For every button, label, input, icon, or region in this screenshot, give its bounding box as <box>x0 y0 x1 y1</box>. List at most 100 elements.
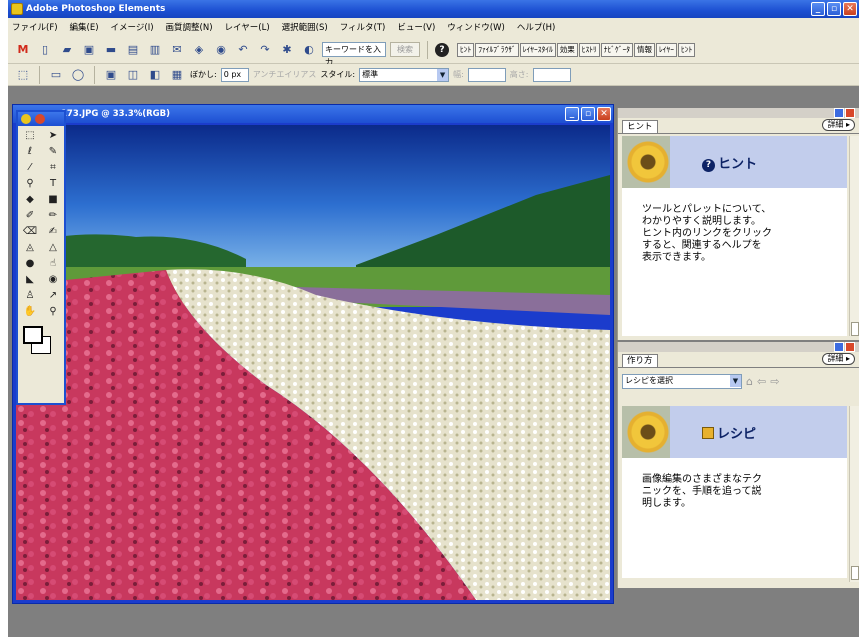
palette-tab-navigator[interactable]: ﾅﾋﾞｹﾞｰﾀ <box>600 42 633 57</box>
menu-view[interactable]: ビュー(V) <box>397 21 435 33</box>
type-tool-icon[interactable]: T <box>43 177 63 191</box>
quick-fix-icon[interactable]: ✱ <box>278 41 296 59</box>
hints-scroll-thumb[interactable] <box>851 322 859 336</box>
hints-close-button[interactable] <box>845 108 855 118</box>
subtract-selection-icon[interactable]: ◧ <box>146 66 164 84</box>
height-input[interactable] <box>532 67 571 82</box>
doc-close-button[interactable]: ✕ <box>597 107 611 121</box>
recipes-scroll-thumb[interactable] <box>851 566 859 580</box>
hints-minimize-button[interactable] <box>834 108 844 118</box>
sponge-tool-icon[interactable]: ● <box>20 257 40 271</box>
recipes-close-button[interactable] <box>845 342 855 352</box>
back-arrow-icon[interactable]: ⇦ <box>757 375 766 388</box>
marquee-tool-icon[interactable]: ⬚ <box>20 129 40 143</box>
palette-tab-file-browser[interactable]: ﾌｧｲﾙﾌﾞﾗｳｻﾞ <box>475 42 519 57</box>
palette-tab-hints-2[interactable]: ﾋﾝﾄ <box>678 42 696 57</box>
save-icon[interactable]: ▬ <box>102 41 120 59</box>
style-select[interactable]: 標準 ▼ <box>359 67 450 82</box>
zoom-glass-icon[interactable]: ⚲ <box>43 305 63 319</box>
crop-tool-icon[interactable]: ⌗ <box>43 161 63 175</box>
canvas-photo[interactable] <box>16 125 610 600</box>
palette-tab-hints[interactable]: ﾋﾝﾄ <box>457 42 475 57</box>
restore-button[interactable]: ▫ <box>827 2 841 16</box>
menu-filter[interactable]: フィルタ(T) <box>340 21 386 33</box>
doc-maximize-button[interactable]: ▫ <box>581 107 595 121</box>
recipes-scrollbar[interactable] <box>849 406 859 582</box>
step-backward-icon[interactable]: ↶ <box>234 41 252 59</box>
zoom-tool-icon[interactable]: ⚲ <box>20 177 40 191</box>
step-forward-icon[interactable]: ↷ <box>256 41 274 59</box>
red-eye-icon[interactable]: ◐ <box>300 41 318 59</box>
menu-window[interactable]: ウィンドウ(W) <box>447 21 505 33</box>
antialias-checkbox[interactable]: アンチエイリアス <box>253 69 317 80</box>
menu-edit[interactable]: 編集(E) <box>70 21 99 33</box>
tool-preset-icon[interactable]: ⬚ <box>14 66 32 84</box>
palette-tab-layer-styles[interactable]: ﾚｲﾔｰｽﾀｲﾙ <box>519 42 556 57</box>
acquire-icon[interactable]: ▣ <box>80 41 98 59</box>
hints-palette-bar[interactable] <box>618 108 859 118</box>
tab-recipes[interactable]: 作り方 <box>622 354 658 367</box>
feather-input[interactable]: 0 px <box>220 67 249 82</box>
home-icon[interactable]: ⌂ <box>746 375 753 388</box>
print-icon[interactable]: ▤ <box>124 41 142 59</box>
document-title-bar[interactable]: 173.JPG @ 33.3%(RGB) _ ▫ ✕ <box>13 105 613 123</box>
tab-hints[interactable]: ヒント <box>622 120 658 133</box>
shape-tool-icon[interactable]: ■ <box>43 193 63 207</box>
paint-bucket-icon[interactable]: ◆ <box>20 193 40 207</box>
search-button[interactable]: 検索 <box>390 42 420 57</box>
hints-more-button[interactable]: 詳細 ▸ <box>822 119 855 131</box>
recipes-more-button[interactable]: 詳細 ▸ <box>822 353 855 365</box>
palette-tab-layers[interactable]: ﾚｲﾔｰ <box>656 42 677 57</box>
width-input[interactable] <box>467 67 506 82</box>
add-selection-icon[interactable]: ◫ <box>124 66 142 84</box>
recipes-palette-bar[interactable] <box>618 342 859 352</box>
brush-tool-icon[interactable]: ✐ <box>20 209 40 223</box>
help-search-input[interactable]: キーワードを入力 <box>322 42 386 67</box>
adobe-online-icon[interactable]: M <box>14 41 32 59</box>
help-icon[interactable]: ? <box>435 42 449 57</box>
recipe-select[interactable]: レシピを選択 ▼ <box>622 373 742 389</box>
color-swatches[interactable] <box>21 324 61 360</box>
close-button[interactable]: ✕ <box>843 2 857 16</box>
intersect-selection-icon[interactable]: ▦ <box>168 66 186 84</box>
doc-minimize-button[interactable]: _ <box>565 107 579 121</box>
clone-stamp-icon[interactable]: ♙ <box>20 289 40 303</box>
recipes-minimize-button[interactable] <box>834 342 844 352</box>
red-eye-tool-icon[interactable]: ◉ <box>43 273 63 287</box>
hints-scrollbar[interactable] <box>849 136 859 336</box>
magic-wand-tool-icon[interactable]: ✎ <box>43 145 63 159</box>
smudge-tool-icon[interactable]: ☝ <box>43 257 63 271</box>
new-file-icon[interactable]: ▯ <box>36 41 54 59</box>
ellipse-marquee-option-icon[interactable]: ◯ <box>69 66 87 84</box>
print-preview-icon[interactable]: ▥ <box>146 41 164 59</box>
menu-enhance[interactable]: 画質調整(N) <box>166 21 213 33</box>
menu-layer[interactable]: レイヤー(L) <box>225 21 270 33</box>
adobe-logo-icon[interactable] <box>21 114 31 124</box>
palette-tab-info[interactable]: 情報 <box>634 42 655 57</box>
menu-select[interactable]: 選択範囲(S) <box>282 21 328 33</box>
web-photo-gallery-icon[interactable]: ◈ <box>190 41 208 59</box>
lasso-tool-icon[interactable]: ℓ <box>20 145 40 159</box>
sharpen-tool-icon[interactable]: △ <box>43 241 63 255</box>
palette-tab-history[interactable]: ﾋｽﾄﾘ <box>578 42 600 57</box>
eye-icon[interactable] <box>35 114 45 124</box>
rect-marquee-option-icon[interactable]: ▭ <box>47 66 65 84</box>
menu-image[interactable]: イメージ(I) <box>111 21 154 33</box>
attach-email-icon[interactable]: ✉ <box>168 41 186 59</box>
foreground-color-swatch[interactable] <box>23 326 43 344</box>
pencil-tool-icon[interactable]: ✏ <box>43 209 63 223</box>
palette-tab-effects[interactable]: 効果 <box>556 42 578 57</box>
new-selection-icon[interactable]: ▣ <box>102 66 120 84</box>
eraser-tool-icon[interactable]: ⌫ <box>20 225 40 239</box>
open-file-icon[interactable]: ▰ <box>58 41 76 59</box>
selection-brush-icon[interactable]: ⁄ <box>20 161 40 175</box>
forward-arrow-icon[interactable]: ⇨ <box>770 375 779 388</box>
toolbox-header[interactable] <box>18 112 64 126</box>
menu-file[interactable]: ファイル(F) <box>12 21 58 33</box>
menu-help[interactable]: ヘルプ(H) <box>517 21 556 33</box>
move-tool-icon[interactable]: ➤ <box>43 129 63 143</box>
burn-tool-icon[interactable]: ◣ <box>20 273 40 287</box>
blur-tool-icon[interactable]: ◬ <box>20 241 40 255</box>
eyedropper-tool-icon[interactable]: ↗ <box>43 289 63 303</box>
impressionist-brush-icon[interactable]: ✍ <box>43 225 63 239</box>
